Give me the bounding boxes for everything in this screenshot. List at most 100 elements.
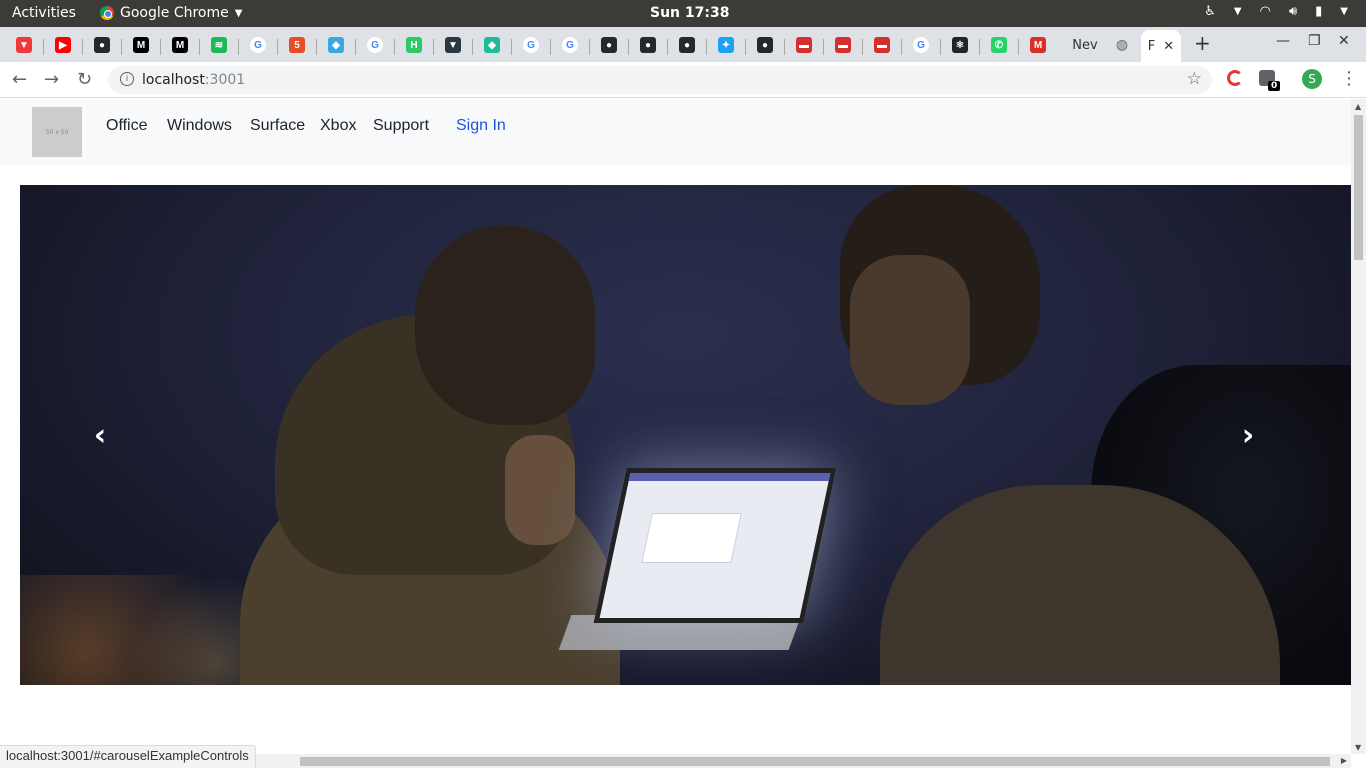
info-icon[interactable]: i bbox=[120, 72, 134, 86]
nav-link-windows[interactable]: Windows bbox=[167, 117, 232, 135]
clock[interactable]: Sun 17:38 bbox=[650, 5, 729, 21]
carousel-prev-button[interactable]: ‹ bbox=[80, 417, 120, 453]
twitter-icon: ✦ bbox=[718, 37, 734, 53]
scroll-right-icon[interactable]: ▶ bbox=[1341, 756, 1347, 765]
tab-google[interactable]: G bbox=[517, 33, 545, 57]
tab-separator bbox=[433, 39, 434, 55]
tab-separator bbox=[784, 39, 785, 55]
tab-label: Nev bbox=[1072, 37, 1098, 53]
tab-github[interactable]: ● bbox=[595, 33, 623, 57]
tab-youtube[interactable]: ▶ bbox=[49, 33, 77, 57]
tab-news[interactable]: ▬ bbox=[790, 33, 818, 57]
tab-whatsapp[interactable]: ✆ bbox=[985, 33, 1013, 57]
back-button[interactable]: ← bbox=[12, 69, 27, 90]
logo-placeholder[interactable]: 50 x 50 bbox=[32, 107, 82, 157]
menu-icon[interactable]: ⋮ bbox=[1340, 68, 1358, 89]
system-tray[interactable]: ♿ ▼ ◠ 🔊︎ ▮ ▼ bbox=[1204, 4, 1348, 19]
tab-separator bbox=[355, 39, 356, 55]
nav-link-xbox[interactable]: Xbox bbox=[320, 117, 356, 135]
tab-separator bbox=[901, 39, 902, 55]
tab-google[interactable]: G bbox=[556, 33, 584, 57]
sign-in-link[interactable]: Sign In bbox=[456, 117, 506, 135]
tab-google[interactable]: G bbox=[907, 33, 935, 57]
github-icon: ● bbox=[94, 37, 110, 53]
tab-separator bbox=[238, 39, 239, 55]
bookmark-star-icon[interactable]: ☆ bbox=[1187, 69, 1202, 89]
screen-chart bbox=[641, 513, 742, 563]
tab-gmail[interactable]: M bbox=[1024, 33, 1052, 57]
nav-link-office[interactable]: Office bbox=[106, 117, 148, 135]
scrollbar-thumb[interactable] bbox=[1354, 115, 1363, 260]
battery-icon[interactable]: ▮ bbox=[1315, 4, 1322, 19]
browser-toolbar: ← → ↻ i localhost:3001 ☆ bbox=[0, 62, 1366, 98]
extension-badge: 0 bbox=[1268, 81, 1281, 91]
tab-separator bbox=[160, 39, 161, 55]
globe-icon: ◍ bbox=[1115, 37, 1129, 53]
screen-header bbox=[628, 473, 831, 481]
tab-github[interactable]: ● bbox=[634, 33, 662, 57]
address-bar[interactable]: i localhost:3001 ☆ bbox=[108, 66, 1212, 94]
scroll-up-icon[interactable]: ▲ bbox=[1355, 102, 1361, 111]
app-menu-label: Google Chrome bbox=[120, 5, 229, 21]
tab-html5[interactable]: 5 bbox=[283, 33, 311, 57]
tab-strip: ▼ ▶ ● M M ≋ G 5 ◆ G H ▼ ◆ G G ● ● ● ✦ ● ▬ ▬ ▬ G ⚛ ✆ M Nev ◍ F ✕ + … bbox=[0, 27, 1366, 62]
wifi-icon[interactable]: ◠ bbox=[1260, 4, 1271, 19]
app-menu[interactable]: Google Chrome ▼ bbox=[100, 5, 242, 21]
tab-hackerrank[interactable]: H bbox=[400, 33, 428, 57]
scrollbar-thumb[interactable] bbox=[300, 757, 1330, 766]
google-icon: G bbox=[250, 37, 266, 53]
carousel-next-button[interactable]: › bbox=[1228, 417, 1268, 453]
tab-label: F bbox=[1147, 38, 1156, 54]
close-icon[interactable]: ✕ bbox=[1163, 39, 1174, 54]
activities-button[interactable]: Activities bbox=[12, 5, 76, 21]
scroll-down-icon[interactable]: ▼ bbox=[1355, 743, 1361, 752]
tab-github[interactable]: ● bbox=[88, 33, 116, 57]
url-text[interactable]: localhost:3001 bbox=[142, 72, 245, 88]
tab-diamond[interactable]: ◆ bbox=[478, 33, 506, 57]
nav-link-support[interactable]: Support bbox=[373, 117, 429, 135]
new-tab-button[interactable]: + bbox=[1194, 31, 1211, 55]
tab-google[interactable]: G bbox=[361, 33, 389, 57]
vertical-scrollbar[interactable]: ▲ ▼ bbox=[1351, 99, 1366, 754]
volume-icon[interactable]: 🔊︎ bbox=[1289, 4, 1297, 19]
page-content: 50 x 50 Office Windows Surface Xbox Supp… bbox=[0, 99, 1351, 754]
tab-medium[interactable]: M bbox=[166, 33, 194, 57]
tab-medium[interactable]: M bbox=[127, 33, 155, 57]
chevron-down-icon: ▼ bbox=[1233, 6, 1242, 17]
tab-separator bbox=[472, 39, 473, 55]
accessibility-icon[interactable]: ♿ bbox=[1204, 4, 1216, 19]
tab-vue[interactable]: ▼ bbox=[439, 33, 467, 57]
tab-globe[interactable]: ◍ bbox=[1108, 33, 1136, 57]
tab-bird[interactable]: ◆ bbox=[322, 33, 350, 57]
github-icon: ● bbox=[640, 37, 656, 53]
tab-google[interactable]: G bbox=[244, 33, 272, 57]
reload-button[interactable]: ↻ bbox=[77, 69, 92, 90]
tab-spotify[interactable]: ≋ bbox=[205, 33, 233, 57]
grammarly-extension-icon[interactable] bbox=[1227, 70, 1243, 86]
tab-new-tab[interactable]: Nev bbox=[1070, 33, 1100, 57]
profile-avatar[interactable]: S bbox=[1302, 69, 1322, 89]
tab-github[interactable]: ● bbox=[751, 33, 779, 57]
tab-twitter[interactable]: ✦ bbox=[712, 33, 740, 57]
github-icon: ● bbox=[679, 37, 695, 53]
diamond-icon: ◆ bbox=[484, 37, 500, 53]
tab-react[interactable]: ⚛ bbox=[946, 33, 974, 57]
tab-github[interactable]: ● bbox=[673, 33, 701, 57]
forward-button[interactable]: → bbox=[44, 69, 59, 90]
restore-button[interactable]: ❐ bbox=[1308, 33, 1321, 49]
close-window-button[interactable]: ✕ bbox=[1338, 33, 1350, 49]
minimize-button[interactable]: — bbox=[1276, 33, 1290, 49]
google-icon: G bbox=[913, 37, 929, 53]
news-icon: ▬ bbox=[796, 37, 812, 53]
nav-link-surface[interactable]: Surface bbox=[250, 117, 305, 135]
tab-separator bbox=[823, 39, 824, 55]
logo-text: 50 x 50 bbox=[45, 128, 69, 136]
tab-news[interactable]: ▬ bbox=[829, 33, 857, 57]
tab-vivaldi[interactable]: ▼ bbox=[10, 33, 38, 57]
tab-active[interactable]: F ✕ bbox=[1141, 30, 1181, 62]
news-icon: ▬ bbox=[835, 37, 851, 53]
chevron-down-icon: ▼ bbox=[234, 7, 243, 19]
tab-news[interactable]: ▬ bbox=[868, 33, 896, 57]
chevron-right-icon: › bbox=[1241, 417, 1255, 453]
man-face bbox=[850, 255, 970, 405]
